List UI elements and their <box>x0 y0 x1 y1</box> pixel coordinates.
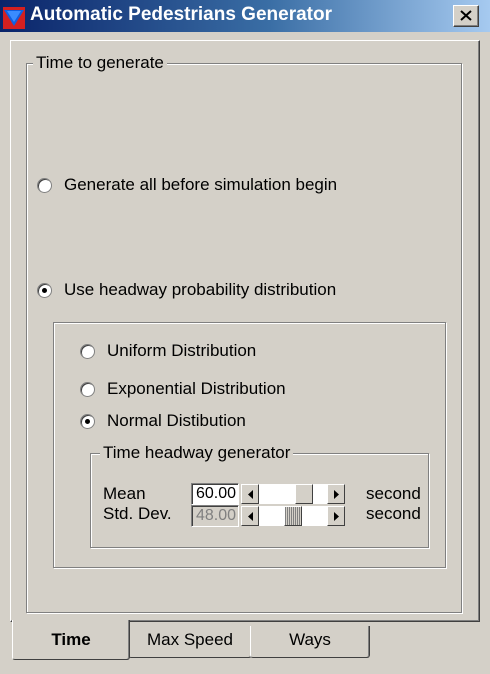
app-icon <box>3 7 25 29</box>
time-headway-generator-group: Time headway generator Mean 60.00 second <box>90 443 429 548</box>
close-icon <box>460 10 472 21</box>
mean-scroll-left-button[interactable] <box>241 484 259 504</box>
tab-label: Ways <box>289 630 331 649</box>
generate-all-label: Generate all before simulation begin <box>64 175 338 194</box>
exponential-distribution-label: Exponential Distribution <box>107 379 286 398</box>
radio-circle <box>80 343 95 359</box>
window-title: Automatic Pedestrians Generator <box>30 4 332 25</box>
time-headway-generator-legend: Time headway generator <box>100 443 294 463</box>
arrow-right-icon <box>334 490 339 499</box>
tab-ways[interactable]: Ways <box>250 626 370 658</box>
headway-distribution-label: Use headway probability distribution <box>64 280 337 299</box>
std-dev-scrollbar[interactable] <box>241 506 345 526</box>
close-button[interactable] <box>453 5 479 27</box>
uniform-distribution-radio[interactable]: Uniform Distribution <box>80 341 256 361</box>
std-dev-scroll-left-button[interactable] <box>241 506 259 526</box>
normal-distribution-label: Normal Distibution <box>107 411 246 430</box>
arrow-left-icon <box>248 512 253 521</box>
radio-circle <box>80 413 95 429</box>
tab-time[interactable]: Time <box>12 620 130 660</box>
std-dev-value-field[interactable]: 48.00 <box>191 505 239 527</box>
tab-label: Time <box>51 630 91 649</box>
std-dev-scroll-right-button[interactable] <box>327 506 345 526</box>
mean-label: Mean <box>103 484 146 503</box>
tab-max-speed[interactable]: Max Speed <box>128 626 252 658</box>
mean-scrollbar[interactable] <box>241 484 345 504</box>
arrow-left-icon <box>248 490 253 499</box>
radio-circle <box>37 177 52 193</box>
radio-dot <box>42 287 47 293</box>
time-to-generate-legend: Time to generate <box>33 53 167 73</box>
dialog-window: Automatic Pedestrians Generator Time to … <box>0 0 490 674</box>
arrow-right-icon <box>334 512 339 521</box>
generate-all-radio[interactable]: Generate all before simulation begin <box>37 175 337 195</box>
normal-distribution-radio[interactable]: Normal Distibution <box>80 411 246 431</box>
uniform-distribution-label: Uniform Distribution <box>107 341 257 360</box>
distribution-group: Uniform Distribution Exponential Distrib… <box>53 322 446 568</box>
mean-value-field[interactable]: 60.00 <box>191 483 239 505</box>
headway-distribution-radio[interactable]: Use headway probability distribution <box>37 280 336 300</box>
mean-unit-label: second <box>366 484 421 503</box>
title-bar[interactable]: Automatic Pedestrians Generator <box>0 0 490 32</box>
time-to-generate-group: Time to generate Generate all before sim… <box>26 53 462 613</box>
exponential-distribution-radio[interactable]: Exponential Distribution <box>80 379 286 399</box>
radio-circle <box>80 381 95 397</box>
radio-dot <box>85 418 90 424</box>
radio-circle <box>37 282 52 298</box>
std-dev-label: Std. Dev. <box>103 504 172 523</box>
std-dev-scroll-thumb[interactable] <box>284 506 302 526</box>
std-dev-unit-label: second <box>366 504 421 523</box>
tab-panel: Time to generate Generate all before sim… <box>10 40 480 622</box>
mean-scroll-right-button[interactable] <box>327 484 345 504</box>
tab-label: Max Speed <box>147 630 233 649</box>
mean-scroll-thumb[interactable] <box>295 484 313 504</box>
